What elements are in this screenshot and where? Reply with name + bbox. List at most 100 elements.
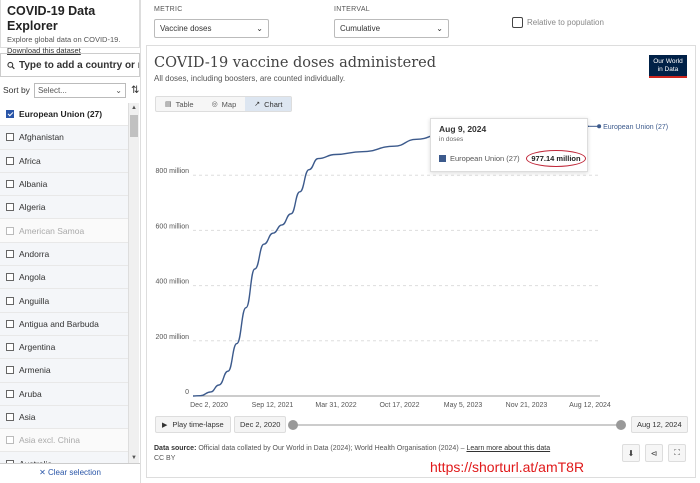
- country-checkbox[interactable]: [6, 180, 14, 189]
- tab-table[interactable]: ▤ Table: [156, 97, 203, 111]
- series-label[interactable]: European Union (27): [603, 124, 668, 131]
- country-label: Angola: [19, 272, 46, 283]
- country-checkbox[interactable]: [6, 203, 14, 212]
- view-tabs: ▤ Table ◎ Map ↗ Chart: [155, 96, 293, 112]
- tab-map[interactable]: ◎ Map: [203, 97, 246, 111]
- table-icon: ▤: [165, 101, 172, 108]
- chart-title: COVID-19 vaccine doses administered: [154, 55, 437, 71]
- clear-selection-button[interactable]: ✕ Clear selection: [0, 463, 140, 481]
- list-item[interactable]: Andorra: [0, 242, 128, 267]
- owid-logo[interactable]: Our World in Data: [649, 55, 687, 78]
- metric-label: METRIC: [154, 6, 183, 13]
- relative-to-population-toggle[interactable]: Relative to population: [512, 17, 604, 28]
- x-tick-label: Nov 21, 2023: [506, 402, 548, 409]
- chevron-down-icon: ⌄: [115, 85, 122, 95]
- list-item[interactable]: Africa: [0, 149, 128, 173]
- source-label: Data source:: [154, 445, 197, 452]
- sidebar: COVID-19 Data Explorer Explore global da…: [0, 0, 141, 483]
- tooltip-value: 977.14 million: [526, 150, 586, 167]
- sort-row: Sort by Select... ⌄ ⇅: [0, 81, 140, 99]
- search-box[interactable]: [0, 53, 140, 77]
- search-icon: [7, 61, 15, 69]
- list-item[interactable]: Australia: [0, 452, 128, 463]
- list-item[interactable]: Armenia: [0, 359, 128, 383]
- sort-icon[interactable]: ⇅: [131, 85, 139, 96]
- app-subtitle: Explore global data on COVID-19.: [7, 35, 121, 44]
- timeline-start-handle[interactable]: [288, 420, 298, 430]
- x-axis: Dec 2, 2020 Sep 12, 2021 Mar 31, 2022 Oct 1…: [190, 402, 611, 409]
- sort-select[interactable]: Select... ⌄: [33, 82, 126, 98]
- relative-label: Relative to population: [527, 18, 604, 27]
- country-checkbox[interactable]: [6, 389, 14, 398]
- list-item[interactable]: Albania: [0, 172, 128, 197]
- scroll-up-icon[interactable]: ▲: [131, 105, 137, 111]
- scroll-thumb[interactable]: [130, 115, 138, 137]
- list-item[interactable]: Argentina: [0, 335, 128, 360]
- country-checkbox[interactable]: [6, 343, 14, 352]
- tooltip-series-row: European Union (27): [439, 154, 520, 163]
- tab-chart-label: Chart: [264, 99, 283, 109]
- list-item[interactable]: Afghanistan: [0, 126, 128, 150]
- fullscreen-button[interactable]: ⛶: [668, 444, 686, 462]
- country-label: Asia excl. China: [19, 435, 80, 446]
- timeline-end-date[interactable]: Aug 12, 2024: [631, 416, 688, 433]
- country-checkbox[interactable]: [6, 249, 14, 258]
- relative-checkbox[interactable]: [512, 17, 523, 28]
- play-label: Play time-lapse: [172, 420, 224, 429]
- tab-table-label: Table: [175, 99, 194, 109]
- share-icon: ⊲: [650, 448, 658, 458]
- play-timelapse-button[interactable]: ▶ Play time-lapse: [155, 416, 231, 433]
- y-tick-label: 0: [185, 389, 189, 396]
- country-label: Aruba: [19, 388, 42, 399]
- country-checkbox[interactable]: [6, 366, 14, 375]
- logo-line-2: in Data: [657, 66, 679, 73]
- list-item[interactable]: Anguilla: [0, 289, 128, 313]
- interval-select[interactable]: Cumulative ⌄: [334, 19, 449, 38]
- timeline-slider-track[interactable]: [293, 424, 621, 426]
- list-item[interactable]: Aruba: [0, 382, 128, 406]
- country-checkbox[interactable]: [6, 296, 14, 305]
- list-item[interactable]: European Union (27): [0, 103, 128, 127]
- x-tick-label: Dec 2, 2020: [190, 402, 228, 409]
- globe-icon: ◎: [211, 101, 218, 108]
- share-button[interactable]: ⊲: [645, 444, 663, 462]
- search-input[interactable]: [19, 59, 139, 71]
- country-checkbox[interactable]: [6, 156, 14, 165]
- line-chart-icon: ↗: [254, 101, 261, 108]
- y-axis: 0 200 million 400 million 600 million 800 mi…: [156, 168, 190, 396]
- list-item[interactable]: Angola: [0, 266, 128, 290]
- list-item: Asia excl. China: [0, 429, 128, 453]
- country-label: Antigua and Barbuda: [19, 318, 99, 329]
- x-tick-label: May 5, 2023: [444, 402, 483, 409]
- x-tick-label: Mar 31, 2022: [315, 402, 356, 409]
- list-scrollbar[interactable]: ▲ ▼: [128, 103, 139, 463]
- country-label: Anguilla: [19, 295, 50, 306]
- tab-chart[interactable]: ↗ Chart: [245, 97, 292, 111]
- download-button[interactable]: ⬇: [622, 444, 640, 462]
- interval-select-value: Cumulative: [340, 24, 381, 33]
- country-label: Africa: [19, 155, 41, 166]
- country-checkbox[interactable]: [6, 133, 14, 142]
- list-item[interactable]: Algeria: [0, 196, 128, 220]
- list-item[interactable]: Antigua and Barbuda: [0, 312, 128, 336]
- timeline-start-date[interactable]: Dec 2, 2020: [234, 416, 287, 433]
- country-list: European Union (27) Afghanistan Africa Alba…: [0, 103, 128, 463]
- line-chart[interactable]: 0 200 million 400 million 600 million 800 mi…: [146, 112, 696, 412]
- timeline-end-handle[interactable]: [616, 420, 626, 430]
- learn-more-link[interactable]: Learn more about this data: [466, 445, 550, 452]
- metric-select[interactable]: Vaccine doses ⌄: [154, 19, 269, 38]
- country-checkbox[interactable]: [6, 319, 14, 328]
- list-item[interactable]: Asia: [0, 405, 128, 430]
- y-tick-label: 400 million: [156, 279, 190, 286]
- scroll-down-icon[interactable]: ▼: [131, 455, 137, 461]
- country-checkbox[interactable]: [6, 110, 14, 119]
- y-tick-label: 200 million: [156, 334, 190, 341]
- country-checkbox[interactable]: [6, 273, 14, 282]
- country-checkbox[interactable]: [6, 413, 14, 421]
- x-tick-label: Aug 12, 2024: [569, 402, 611, 409]
- country-label: Afghanistan: [19, 132, 64, 143]
- source-line: Data source: Official data collated by O…: [154, 444, 550, 454]
- fullscreen-icon: ⛶: [674, 448, 680, 457]
- metric-select-value: Vaccine doses: [160, 24, 212, 33]
- tab-map-label: Map: [221, 99, 237, 109]
